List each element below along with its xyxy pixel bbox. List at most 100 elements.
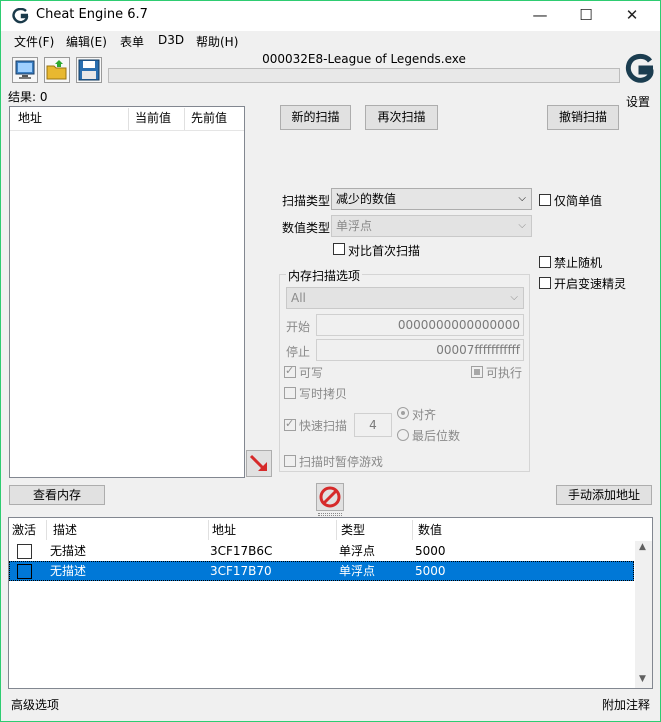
fast-scan-checkbox[interactable]: ✓: [284, 417, 296, 431]
menu-file[interactable]: 文件(F): [14, 33, 54, 50]
executable-label: 可执行: [486, 366, 523, 380]
window-title: Cheat Engine 6.7: [36, 7, 148, 22]
scan-progress-bar: [108, 68, 620, 83]
results-col-address[interactable]: 地址: [18, 108, 42, 130]
stop-label: 停止: [286, 345, 311, 359]
select-process-button[interactable]: [12, 57, 38, 83]
add-address-manually-button[interactable]: 手动添加地址: [556, 485, 652, 505]
addr-col-value[interactable]: 数值: [418, 520, 442, 540]
last-digits-label: 最后位数: [412, 429, 461, 443]
advanced-options-link[interactable]: 高级选项: [11, 696, 59, 713]
scan-type-label: 扫描类型: [282, 194, 331, 208]
results-count: 结果: 0: [8, 90, 48, 104]
row-description: 无描述: [50, 564, 87, 578]
disable-random-label: 禁止随机: [554, 256, 603, 270]
value-type-select[interactable]: 单浮点 ⌵: [331, 215, 532, 237]
row-type: 单浮点: [339, 544, 376, 558]
app-logo-icon: [12, 7, 30, 24]
column-divider: [336, 520, 337, 540]
align-label: 对齐: [412, 408, 437, 422]
chevron-down-icon: ⌵: [518, 193, 526, 204]
column-divider: [412, 520, 413, 540]
stop-icon: [319, 486, 341, 508]
next-scan-button[interactable]: 再次扫描: [365, 105, 438, 130]
simple-values-checkbox[interactable]: [539, 194, 551, 206]
stop-scan-button[interactable]: [316, 483, 344, 511]
checkmark-icon: ✓: [285, 364, 295, 377]
splitter-grip[interactable]: [318, 513, 342, 516]
table-row[interactable]: 无描述 3CF17B6C 单浮点 5000: [9, 541, 634, 561]
row-value: 5000: [415, 564, 446, 578]
addr-col-type[interactable]: 类型: [341, 520, 365, 540]
row-active-checkbox[interactable]: [17, 544, 32, 559]
align-radio[interactable]: [397, 407, 409, 419]
minimize-button[interactable]: —: [517, 1, 563, 31]
speedhack-checkbox[interactable]: [539, 277, 551, 289]
scan-type-select[interactable]: 减少的数值 ⌵: [331, 188, 532, 210]
settings-label: 设置: [626, 95, 651, 109]
stop-address-field[interactable]: 00007fffffffffff: [316, 339, 524, 361]
start-address-field[interactable]: 0000000000000000: [316, 314, 524, 336]
disable-random-checkbox[interactable]: [539, 256, 551, 268]
row-active-checkbox[interactable]: [17, 564, 32, 579]
pause-game-checkbox[interactable]: [284, 455, 296, 467]
menu-help[interactable]: 帮助(H): [196, 33, 238, 50]
results-col-previous[interactable]: 先前值: [191, 108, 227, 130]
addr-col-address[interactable]: 地址: [212, 520, 236, 540]
scroll-up-icon[interactable]: ▲: [639, 542, 646, 552]
checkmark-icon: ✓: [285, 417, 295, 430]
memory-options-title: 内存扫描选项: [286, 267, 363, 284]
table-comments-link[interactable]: 附加注释: [602, 696, 650, 713]
row-address: 3CF17B70: [210, 564, 272, 578]
menu-edit[interactable]: 编辑(E): [66, 33, 107, 50]
pause-game-label: 扫描时暂停游戏: [299, 455, 384, 469]
fast-scan-label: 快速扫描: [299, 419, 348, 433]
menu-table[interactable]: 表单: [120, 33, 144, 50]
last-digits-radio[interactable]: [397, 429, 409, 441]
copy-on-write-checkbox[interactable]: [284, 387, 296, 399]
results-list[interactable]: [9, 106, 245, 478]
value-type-value: 单浮点: [336, 219, 373, 233]
compare-first-label: 对比首次扫描: [348, 244, 421, 258]
monitor-icon: [15, 60, 35, 79]
indeterminate-icon: [474, 369, 480, 375]
maximize-button[interactable]: ☐: [563, 1, 609, 31]
row-address: 3CF17B6C: [210, 544, 273, 558]
close-button[interactable]: ✕: [609, 1, 655, 31]
writable-checkbox[interactable]: ✓: [284, 364, 296, 378]
row-description: 无描述: [50, 544, 87, 558]
settings-logo-icon: [625, 54, 654, 83]
red-arrow-icon: [249, 454, 267, 471]
simple-values-label: 仅简单值: [554, 194, 603, 208]
header-divider: [10, 130, 244, 131]
value-type-label: 数值类型: [282, 221, 331, 235]
scroll-down-icon[interactable]: ▼: [639, 674, 646, 684]
speedhack-label: 开启变速精灵: [554, 277, 627, 291]
compare-first-checkbox[interactable]: [333, 243, 345, 255]
column-divider: [46, 520, 47, 540]
radio-dot-icon: [401, 411, 405, 415]
save-disk-icon: [78, 59, 100, 81]
process-name: 000032E8-League of Legends.exe: [262, 52, 466, 66]
save-file-button[interactable]: [76, 57, 102, 83]
addr-col-active[interactable]: 激活: [12, 520, 36, 540]
add-to-list-button[interactable]: [246, 450, 272, 477]
addr-col-description[interactable]: 描述: [53, 520, 77, 540]
scan-type-value: 减少的数值: [336, 192, 397, 206]
copy-on-write-label: 写时拷贝: [299, 387, 348, 401]
open-file-button[interactable]: [44, 57, 70, 83]
first-scan-button[interactable]: 新的扫描: [280, 105, 351, 130]
menu-d3d[interactable]: D3D: [158, 33, 184, 47]
settings-button[interactable]: 设置: [622, 52, 658, 109]
undo-scan-button[interactable]: 撤销扫描: [547, 105, 619, 130]
table-row-selected[interactable]: 无描述 3CF17B70 单浮点 5000: [9, 561, 634, 581]
region-select[interactable]: All ⌵: [286, 287, 524, 309]
results-col-current[interactable]: 当前值: [135, 108, 171, 130]
fast-scan-value-field[interactable]: 4: [354, 413, 392, 437]
writable-label: 可写: [299, 366, 324, 380]
address-list-scrollbar[interactable]: ▲ ▼: [635, 541, 652, 688]
region-value: All: [291, 291, 306, 305]
memory-view-button[interactable]: 查看内存: [9, 485, 105, 505]
chevron-down-icon: ⌵: [510, 292, 518, 303]
executable-checkbox[interactable]: [471, 366, 483, 378]
